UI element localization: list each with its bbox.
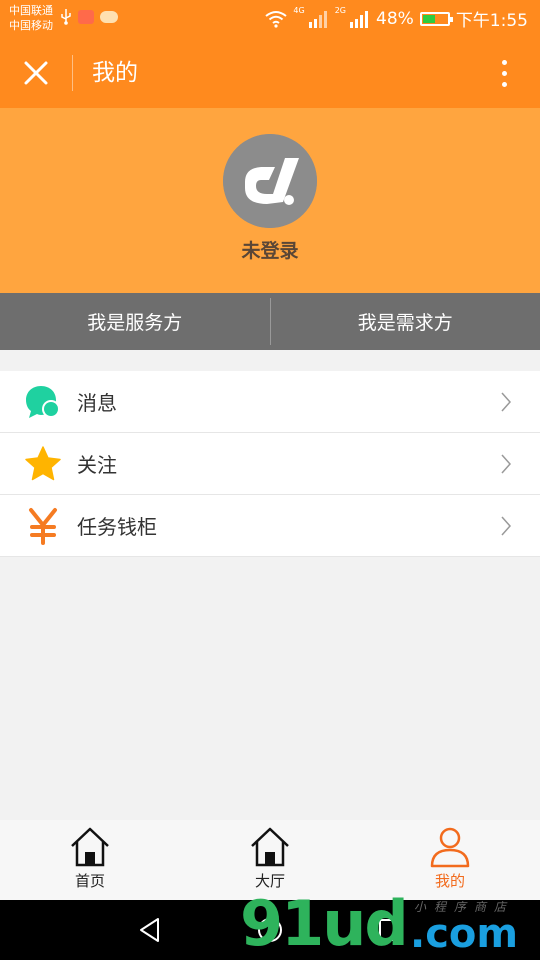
screen: 中国联通 中国移动 4G 2G 48% 下午1:55 我的 未登录 我是服务方 … xyxy=(0,0,540,960)
chevron-right-icon xyxy=(501,454,512,473)
close-button[interactable] xyxy=(14,51,58,95)
wifi-icon xyxy=(265,10,288,28)
back-triangle-icon[interactable] xyxy=(136,916,164,944)
star-icon xyxy=(24,445,62,483)
menu-item-follows[interactable]: 关注 xyxy=(0,433,540,495)
star-svg xyxy=(25,445,61,480)
login-status[interactable]: 未登录 xyxy=(0,236,540,263)
tab-label-home: 首页 xyxy=(74,872,105,890)
more-options-button[interactable] xyxy=(486,53,522,93)
chevron-right-icon xyxy=(501,516,512,535)
tab-mine[interactable]: 我的 xyxy=(360,820,540,900)
tab-label-mine: 我的 xyxy=(434,872,465,890)
yen-icon xyxy=(24,507,62,545)
usb-icon xyxy=(61,9,71,25)
chat-bubble-svg xyxy=(26,385,60,418)
menu-item-wallet[interactable]: 任务钱柜 xyxy=(0,495,540,557)
mail-app-icon xyxy=(78,10,94,24)
carrier-info: 中国联通 中国移动 xyxy=(9,3,53,33)
more-dot xyxy=(501,81,507,87)
home-circle-icon[interactable] xyxy=(256,916,284,944)
more-dot xyxy=(501,70,507,76)
battery-percent: 48% xyxy=(376,8,414,29)
tab-home[interactable]: 首页 xyxy=(0,820,180,900)
home-icon xyxy=(71,827,109,867)
recents-square-icon[interactable] xyxy=(376,916,404,944)
status-bar: 中国联通 中国移动 4G 2G 48% 下午1:55 xyxy=(0,0,540,38)
page-title: 我的 xyxy=(92,60,138,86)
requester-role-button[interactable]: 我是需求方 xyxy=(271,293,540,350)
yen-svg xyxy=(29,507,57,545)
menu-label-follows: 关注 xyxy=(77,453,117,477)
menu-label-messages: 消息 xyxy=(77,391,117,415)
carrier-2: 中国移动 xyxy=(9,19,53,32)
hall-icon xyxy=(251,827,289,867)
battery-icon xyxy=(419,11,453,26)
close-icon xyxy=(24,61,48,85)
menu-item-messages[interactable]: 消息 xyxy=(0,371,540,433)
tab-hall[interactable]: 大厅 xyxy=(180,820,360,900)
app-header: 我的 xyxy=(0,38,540,108)
signal-icon-2 xyxy=(350,10,369,28)
status-right: 4G 2G 48% 下午1:55 xyxy=(265,6,528,31)
signal-icon-1 xyxy=(308,10,327,28)
tab-bar: 首页 大厅 我的 xyxy=(0,820,540,900)
system-nav-bar xyxy=(0,900,540,960)
avatar[interactable] xyxy=(223,134,317,228)
more-vertical-icon xyxy=(501,59,507,65)
user-icon xyxy=(430,827,470,868)
menu-list: 消息 关注 任务钱柜 xyxy=(0,371,540,557)
tab-label-hall: 大厅 xyxy=(254,872,285,890)
network-type-1: 4G xyxy=(293,6,305,15)
network-type-2: 2G xyxy=(334,6,347,15)
chat-bubble-icon xyxy=(24,383,62,421)
notification-icons xyxy=(60,9,118,25)
clock: 下午1:55 xyxy=(455,11,528,31)
provider-role-button[interactable]: 我是服务方 xyxy=(0,293,270,350)
menu-label-wallet: 任务钱柜 xyxy=(77,515,157,539)
carrier-1: 中国联通 xyxy=(9,4,53,17)
app-logo-icon xyxy=(223,134,317,228)
profile-banner: 未登录 xyxy=(0,108,540,293)
role-switch: 我是服务方 我是需求方 xyxy=(0,293,540,350)
cloud-icon xyxy=(100,11,118,23)
chevron-right-icon xyxy=(501,392,512,411)
header-divider xyxy=(72,55,73,91)
